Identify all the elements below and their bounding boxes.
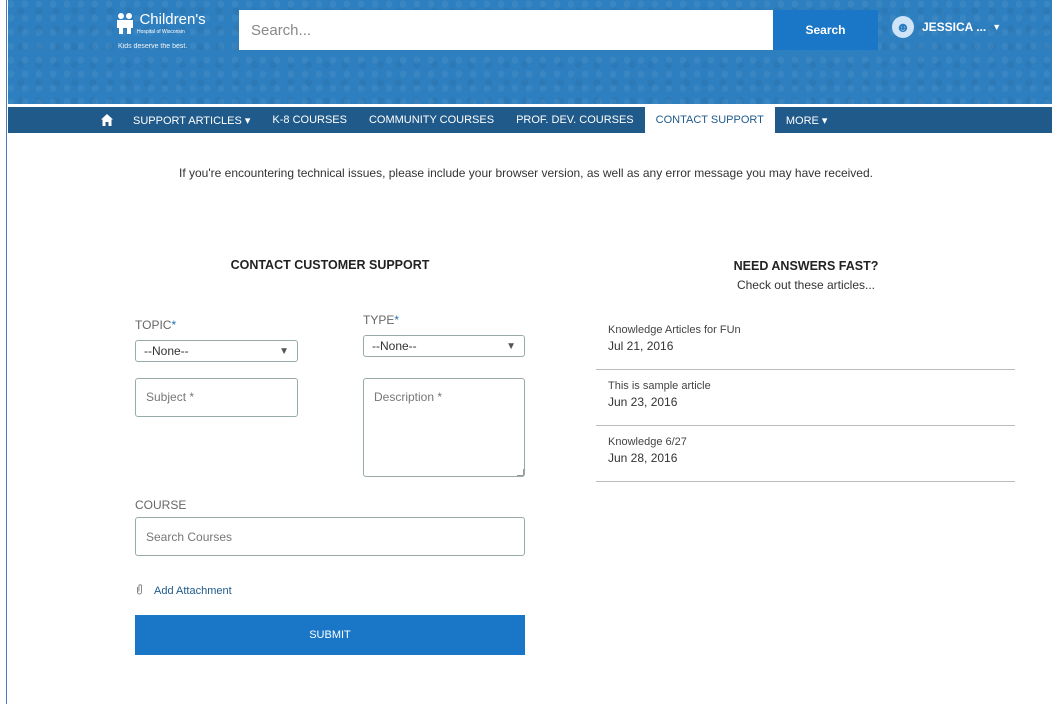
side-subtitle: Check out these articles... — [736, 278, 876, 292]
side-title: NEED ANSWERS FAST? — [733, 259, 879, 273]
description-field[interactable]: Description * — [363, 378, 525, 477]
resize-handle-icon[interactable] — [517, 469, 524, 476]
article-date: Jul 21, 2016 — [608, 339, 674, 353]
logo-subtitle: Hospital of Wisconsin — [137, 29, 185, 35]
required-mark: * — [394, 313, 400, 327]
article-date: Jun 23, 2016 — [608, 395, 678, 409]
children-logo-icon — [115, 12, 135, 34]
subject-field[interactable]: Subject * — [135, 378, 298, 417]
main-nav: SUPPORT ARTICLES ▾ K-8 COURSES COMMUNITY… — [8, 107, 1052, 133]
nav-item-more[interactable]: MORE ▾ — [775, 107, 839, 133]
search-input[interactable] — [239, 10, 773, 50]
subject-placeholder: Subject * — [146, 390, 195, 404]
nav-item-community-courses[interactable]: COMMUNITY COURSES — [358, 107, 505, 133]
type-select-value: --None-- — [372, 339, 417, 353]
required-mark: * — [171, 318, 177, 332]
technical-notice: If you're encountering technical issues,… — [179, 166, 873, 180]
type-label-text: TYPE — [363, 313, 395, 327]
home-icon[interactable] — [92, 107, 122, 133]
logo-tagline: Kids deserve the best. — [118, 43, 188, 50]
paperclip-icon — [136, 584, 143, 598]
topic-label: TOPIC* — [135, 318, 176, 332]
search-button[interactable]: Search — [773, 10, 878, 50]
window-frame-left — [0, 0, 7, 704]
logo[interactable]: Children's Hospital of Wisconsin Kids de… — [115, 11, 206, 50]
type-label: TYPE* — [363, 313, 399, 327]
topic-label-text: TOPIC — [135, 318, 172, 332]
user-name: JESSICA ... — [922, 20, 987, 34]
logo-name: Children's — [139, 11, 206, 28]
add-attachment-label: Add Attachment — [154, 585, 232, 597]
chevron-down-icon: ▼ — [992, 22, 1002, 32]
description-placeholder: Description * — [374, 390, 443, 404]
form-title: CONTACT CUSTOMER SUPPORT — [230, 258, 430, 272]
article-date: Jun 28, 2016 — [608, 451, 678, 465]
course-search-field[interactable]: Search Courses — [135, 517, 525, 556]
article-title[interactable]: Knowledge 6/27 — [608, 436, 1003, 448]
article-item[interactable]: Knowledge Articles for FUn Jul 21, 2016 — [596, 314, 1015, 370]
add-attachment-link[interactable]: Add Attachment — [136, 584, 232, 598]
article-title[interactable]: Knowledge Articles for FUn — [608, 324, 1003, 336]
course-label: COURSE — [135, 498, 187, 512]
nav-item-contact-support[interactable]: CONTACT SUPPORT — [644, 107, 775, 133]
type-select[interactable]: --None-- ▼ — [363, 335, 525, 357]
user-menu[interactable]: ☻ JESSICA ... ▼ — [892, 16, 1001, 38]
nav-item-support-articles[interactable]: SUPPORT ARTICLES ▾ — [122, 107, 261, 133]
topic-select-value: --None-- — [144, 344, 189, 358]
course-placeholder: Search Courses — [146, 530, 233, 544]
dropdown-arrow-icon: ▼ — [506, 340, 516, 352]
avatar-icon: ☻ — [892, 16, 914, 38]
submit-button[interactable]: SUBMIT — [135, 615, 525, 655]
article-item[interactable]: This is sample article Jun 23, 2016 — [596, 370, 1015, 426]
nav-item-k8-courses[interactable]: K-8 COURSES — [261, 107, 358, 133]
article-list: Knowledge Articles for FUn Jul 21, 2016 … — [596, 314, 1015, 482]
topic-select[interactable]: --None-- ▼ — [135, 340, 298, 362]
dropdown-arrow-icon: ▼ — [279, 345, 289, 357]
article-item[interactable]: Knowledge 6/27 Jun 28, 2016 — [596, 426, 1015, 482]
article-title[interactable]: This is sample article — [608, 380, 1003, 392]
nav-item-prof-dev-courses[interactable]: PROF. DEV. COURSES — [505, 107, 645, 133]
